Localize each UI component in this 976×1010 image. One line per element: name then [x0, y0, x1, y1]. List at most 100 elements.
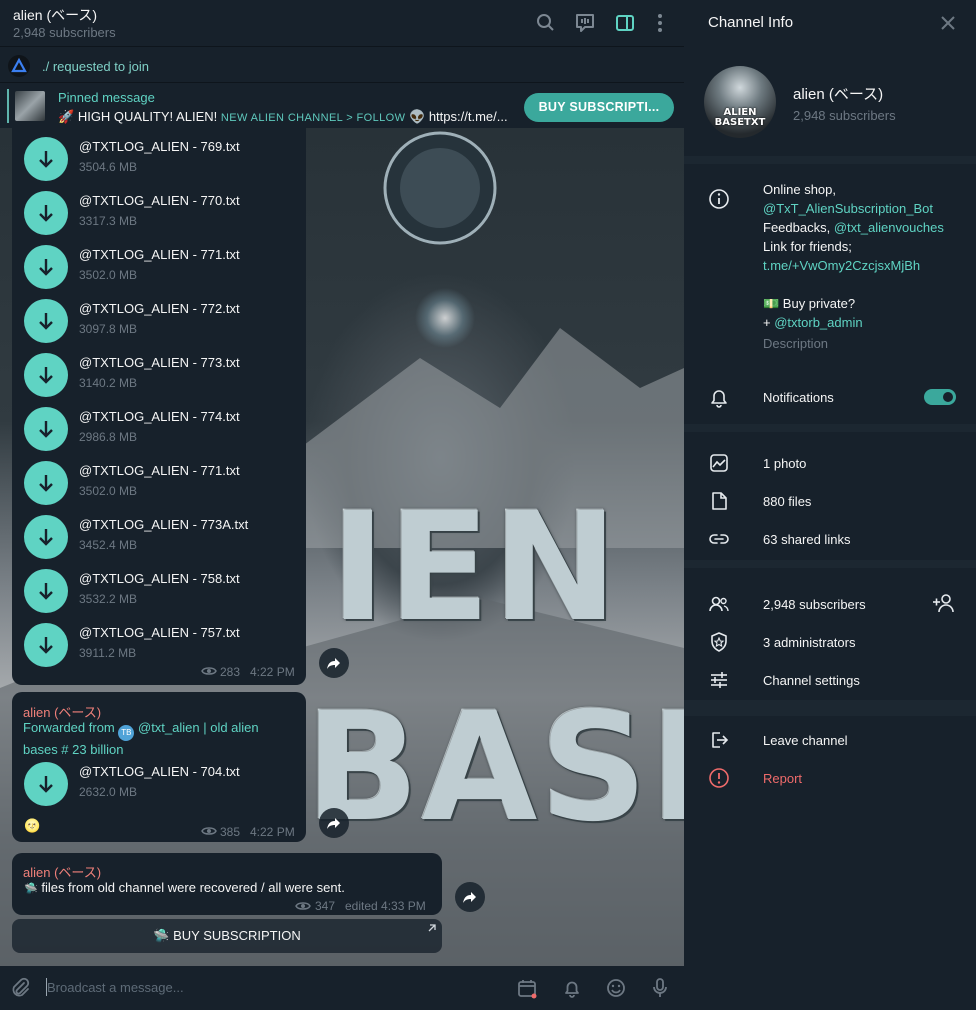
pinned-link-text: https://t.me/...	[428, 109, 508, 124]
file-size: 3097.8 MB	[79, 322, 138, 336]
toggle-switch[interactable]	[924, 389, 956, 405]
administrators-row[interactable]: 3 administrators	[763, 635, 855, 650]
channel-avatar[interactable]: ALIEN BASETXT	[704, 66, 776, 138]
description-line: Link for friends;	[763, 239, 852, 254]
live-stream-icon[interactable]	[574, 12, 596, 34]
shield-star-icon	[711, 632, 727, 652]
forward-arrow-icon	[463, 892, 476, 903]
message-time: 4:22 PM	[250, 665, 295, 679]
buy-subscription-pinned-button[interactable]: BUY SUBSCRIPTI...	[524, 93, 674, 122]
download-button[interactable]	[24, 191, 68, 235]
forwarded-label: Forwarded from	[23, 720, 115, 735]
download-button[interactable]	[24, 515, 68, 559]
leave-channel-button[interactable]: Leave channel	[763, 733, 848, 748]
rocket-emoji-icon: 🚀	[58, 109, 75, 124]
download-button[interactable]	[24, 353, 68, 397]
message-text[interactable]: alien (ベース) 🛸 files from old channel wer…	[12, 853, 442, 915]
file-row[interactable]: @TXTLOG_ALIEN - 704.txt 2632.0 MB	[12, 761, 302, 815]
forwarded-source-line1[interactable]: @txt_alien | old alien	[138, 720, 259, 735]
file-size: 3532.2 MB	[79, 592, 138, 606]
requester-avatar	[8, 55, 30, 77]
file-row[interactable]: @TXTLOG_ALIEN - 771.txt 3502.0 MB	[12, 244, 302, 298]
file-row[interactable]: @TXTLOG_ALIEN - 773.txt 3140.2 MB	[12, 352, 302, 406]
file-name: @TXTLOG_ALIEN - 770.txt	[79, 193, 240, 208]
eye-icon	[295, 902, 311, 910]
reaction-emoji[interactable]: 🌝	[24, 818, 40, 834]
message-input[interactable]: Broadcast a message...	[47, 980, 184, 995]
join-request-text[interactable]: ./ requested to join	[42, 59, 149, 74]
download-button[interactable]	[24, 569, 68, 613]
close-icon[interactable]	[939, 14, 957, 32]
search-icon[interactable]	[535, 12, 557, 34]
sidebar-toggle-icon[interactable]	[614, 12, 636, 34]
invite-link[interactable]: t.me/+VwOmy2CzcjsxMjBh	[763, 258, 920, 273]
download-button[interactable]	[24, 407, 68, 451]
message-composer[interactable]: Broadcast a message...	[0, 966, 684, 1010]
chat-title[interactable]: alien (ベース)	[13, 5, 97, 25]
download-button[interactable]	[24, 461, 68, 505]
forward-button[interactable]	[319, 648, 349, 678]
links-count[interactable]: 63 shared links	[763, 532, 850, 547]
file-row[interactable]: @TXTLOG_ALIEN - 769.txt 3504.6 MB	[12, 136, 302, 190]
pinned-title: Pinned message	[58, 90, 155, 105]
download-button[interactable]	[24, 137, 68, 181]
download-arrow-icon	[39, 313, 53, 330]
microphone-icon[interactable]	[649, 977, 671, 999]
file-row[interactable]: @TXTLOG_ALIEN - 758.txt 3532.2 MB	[12, 568, 302, 622]
subscribers-row[interactable]: 2,948 subscribers	[763, 597, 866, 612]
channel-subscriber-count: 2,948 subscribers	[793, 108, 896, 123]
file-row[interactable]: @TXTLOG_ALIEN - 771.txt 3502.0 MB	[12, 460, 302, 514]
channel-profile-section: ALIEN BASETXT alien (ベース) 2,948 subscrib…	[684, 46, 976, 156]
pinned-thumbnail	[15, 91, 45, 121]
shop-bot-link[interactable]: @TxT_AlienSubscription_Bot	[763, 201, 933, 216]
forwarded-source-line2[interactable]: bases # 23 billion	[23, 742, 123, 757]
file-name: @TXTLOG_ALIEN - 771.txt	[79, 463, 240, 478]
file-size: 3502.0 MB	[79, 268, 138, 282]
report-button[interactable]: Report	[763, 771, 802, 786]
file-row[interactable]: @TXTLOG_ALIEN - 774.txt 2986.8 MB	[12, 406, 302, 460]
chat-header[interactable]: alien (ベース) 2,948 subscribers	[0, 0, 684, 46]
channel-settings-row[interactable]: Channel settings	[763, 673, 860, 688]
file-row[interactable]: @TXTLOG_ALIEN - 772.txt 3097.8 MB	[12, 298, 302, 352]
chat-subscriber-count: 2,948 subscribers	[13, 25, 116, 40]
file-name: @TXTLOG_ALIEN - 757.txt	[79, 625, 240, 640]
vouches-link[interactable]: @txt_alienvouches	[834, 220, 944, 235]
file-size: 2632.0 MB	[79, 785, 138, 799]
schedule-calendar-icon[interactable]	[516, 977, 538, 999]
admin-link[interactable]: @txtorb_admin	[774, 315, 862, 330]
external-link-icon	[428, 924, 436, 932]
description-label: Description	[763, 336, 829, 351]
forwarded-header[interactable]: Forwarded from TB @txt_alien | old alien…	[23, 719, 259, 759]
pinned-message-bar[interactable]: Pinned message 🚀 HIGH QUALITY! ALIEN! NE…	[0, 82, 684, 128]
more-vertical-icon[interactable]	[649, 12, 671, 34]
description-line: Feedbacks, @txt_alienvouches	[763, 220, 944, 235]
emoji-icon[interactable]	[605, 977, 627, 999]
description-line: Online shop,	[763, 182, 836, 197]
photos-count[interactable]: 1 photo	[763, 456, 806, 471]
file-size: 3911.2 MB	[79, 646, 137, 660]
shared-media-section: 1 photo 880 files 63 shared links	[684, 432, 976, 560]
forward-button[interactable]	[455, 882, 485, 912]
forward-button[interactable]	[319, 808, 349, 838]
download-button[interactable]	[24, 762, 68, 806]
message-sender[interactable]: alien (ベース)	[23, 862, 101, 881]
message-forwarded[interactable]: alien (ベース) Forwarded from TB @txt_alien…	[12, 692, 306, 842]
download-button[interactable]	[24, 299, 68, 343]
files-count[interactable]: 880 files	[763, 494, 811, 509]
silent-broadcast-bell-icon[interactable]	[561, 977, 583, 999]
pinned-main-text: HIGH QUALITY! ALIEN!	[77, 109, 218, 124]
download-button[interactable]	[24, 245, 68, 289]
buy-subscription-inline-button[interactable]: 🛸 BUY SUBSCRIPTION	[12, 919, 442, 953]
download-button[interactable]	[24, 623, 68, 667]
join-request-bar[interactable]: ./ requested to join	[0, 46, 684, 82]
forward-arrow-icon	[327, 658, 340, 669]
file-row[interactable]: @TXTLOG_ALIEN - 773A.txt 3452.4 MB	[12, 514, 302, 568]
message-file-list[interactable]: @TXTLOG_ALIEN - 769.txt 3504.6 MB @TXTLOG_…	[12, 128, 306, 685]
download-arrow-icon	[39, 529, 53, 546]
paperclip-icon[interactable]	[9, 977, 31, 999]
notifications-toggle[interactable]	[684, 389, 976, 405]
settings-sliders-icon	[711, 672, 727, 688]
file-row[interactable]: @TXTLOG_ALIEN - 770.txt 3317.3 MB	[12, 190, 302, 244]
feedbacks-label: Feedbacks,	[763, 220, 831, 235]
add-subscriber-icon[interactable]	[932, 592, 956, 614]
